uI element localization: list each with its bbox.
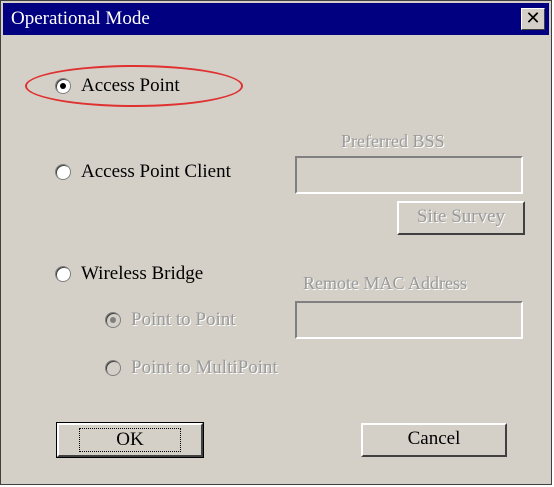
remote-mac-label: Remote MAC Address [303,273,467,293]
site-survey-label: Site Survey [416,206,506,227]
point-to-point-radio[interactable]: Point to Point [105,309,236,331]
radio-icon [105,360,121,376]
remote-mac-input[interactable] [295,301,523,339]
operational-mode-dialog: Operational Mode ✕ Access Point Access P… [0,0,552,485]
radio-icon [55,164,71,180]
cancel-label: Cancel [407,428,461,449]
point-to-point-label: Point to Point [131,309,236,330]
access-point-client-radio[interactable]: Access Point Client [55,161,231,183]
wireless-bridge-radio[interactable]: Wireless Bridge [55,263,203,285]
preferred-bss-label: Preferred BSS [341,131,445,151]
radio-icon [55,266,71,282]
point-to-multipoint-label: Point to MultiPoint [131,357,278,378]
wireless-bridge-label: Wireless Bridge [81,263,204,284]
access-point-client-label: Access Point Client [81,161,231,182]
site-survey-button[interactable]: Site Survey [397,201,525,235]
cancel-button[interactable]: Cancel [361,423,507,457]
ok-label: OK [79,428,181,452]
dialog-title: Operational Mode [11,8,150,29]
close-button[interactable]: ✕ [521,8,545,30]
radio-checked-icon [105,312,121,328]
close-icon: ✕ [525,8,541,29]
point-to-multipoint-radio[interactable]: Point to MultiPoint [105,357,278,379]
title-bar: Operational Mode ✕ [3,3,549,35]
ok-button[interactable]: OK [56,422,204,458]
preferred-bss-input[interactable] [295,156,523,194]
highlight-ellipse [25,65,243,107]
